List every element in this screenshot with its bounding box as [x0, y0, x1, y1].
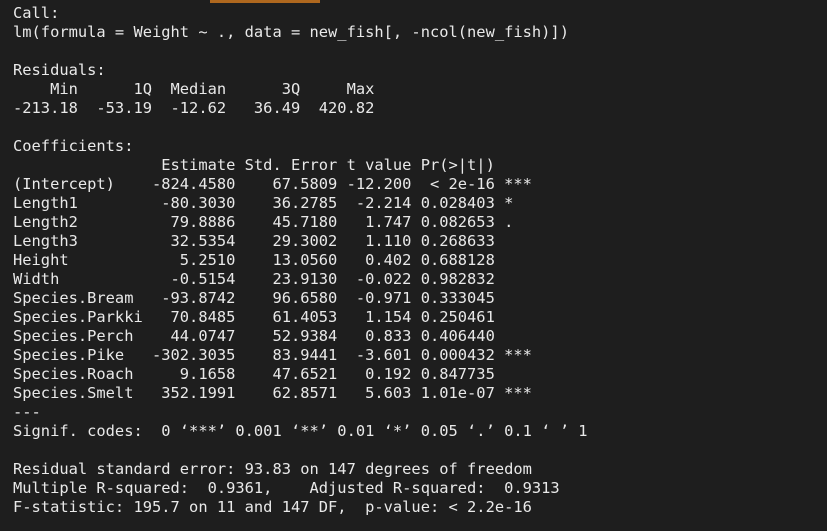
coefficient-row-length1: Length1 -80.3030 36.2785 -2.214 0.028403…: [13, 194, 532, 212]
coefficient-row-species-parkki: Species.Parkki 70.8485 61.4053 1.154 0.2…: [13, 308, 532, 326]
coefficient-row-length2: Length2 79.8886 45.7180 1.747 0.082653 .: [13, 213, 532, 231]
coefficient-row-length3: Length3 32.5354 29.3002 1.110 0.268633: [13, 232, 532, 250]
coefficients-header: Coefficients:: [13, 137, 134, 155]
residuals-values: -213.18 -53.19 -12.62 36.49 420.82: [13, 99, 384, 117]
signif-separator: ---: [13, 403, 41, 421]
coefficient-row-species-bream: Species.Bream -93.8742 96.6580 -0.971 0.…: [13, 289, 532, 307]
coefficient-row-species-roach: Species.Roach 9.1658 47.6521 0.192 0.847…: [13, 365, 532, 383]
residual-standard-error: Residual standard error: 93.83 on 147 de…: [13, 460, 532, 478]
r-console-output: Call: lm(formula = Weight ~ ., data = ne…: [0, 0, 827, 531]
f-statistic-line: F-statistic: 195.7 on 11 and 147 DF, p-v…: [13, 498, 532, 516]
signif-codes: Signif. codes: 0 ‘***’ 0.001 ‘**’ 0.01 ‘…: [13, 422, 588, 440]
residuals-labels: Min 1Q Median 3Q Max: [13, 80, 384, 98]
coefficient-row-height: Height 5.2510 13.0560 0.402 0.688128: [13, 251, 532, 269]
previous-line-fragment: [210, 0, 320, 3]
coefficient-row-intercept: (Intercept) -824.4580 67.5809 -12.200 < …: [13, 175, 532, 193]
coefficients-column-header: Estimate Std. Error t value Pr(>|t|): [13, 156, 532, 174]
coefficient-row-species-pike: Species.Pike -302.3035 83.9441 -3.601 0.…: [13, 346, 532, 364]
call-formula: lm(formula = Weight ~ ., data = new_fish…: [13, 23, 569, 41]
coefficient-row-species-perch: Species.Perch 44.0747 52.9384 0.833 0.40…: [13, 327, 532, 345]
residuals-header: Residuals:: [13, 61, 106, 79]
coefficient-row-species-smelt: Species.Smelt 352.1991 62.8571 5.603 1.0…: [13, 384, 532, 402]
r-squared-line: Multiple R-squared: 0.9361, Adjusted R-s…: [13, 479, 569, 497]
top-strip: [0, 0, 827, 4]
call-header: Call:: [13, 4, 60, 22]
coefficient-row-width: Width -0.5154 23.9130 -0.022 0.982832: [13, 270, 532, 288]
